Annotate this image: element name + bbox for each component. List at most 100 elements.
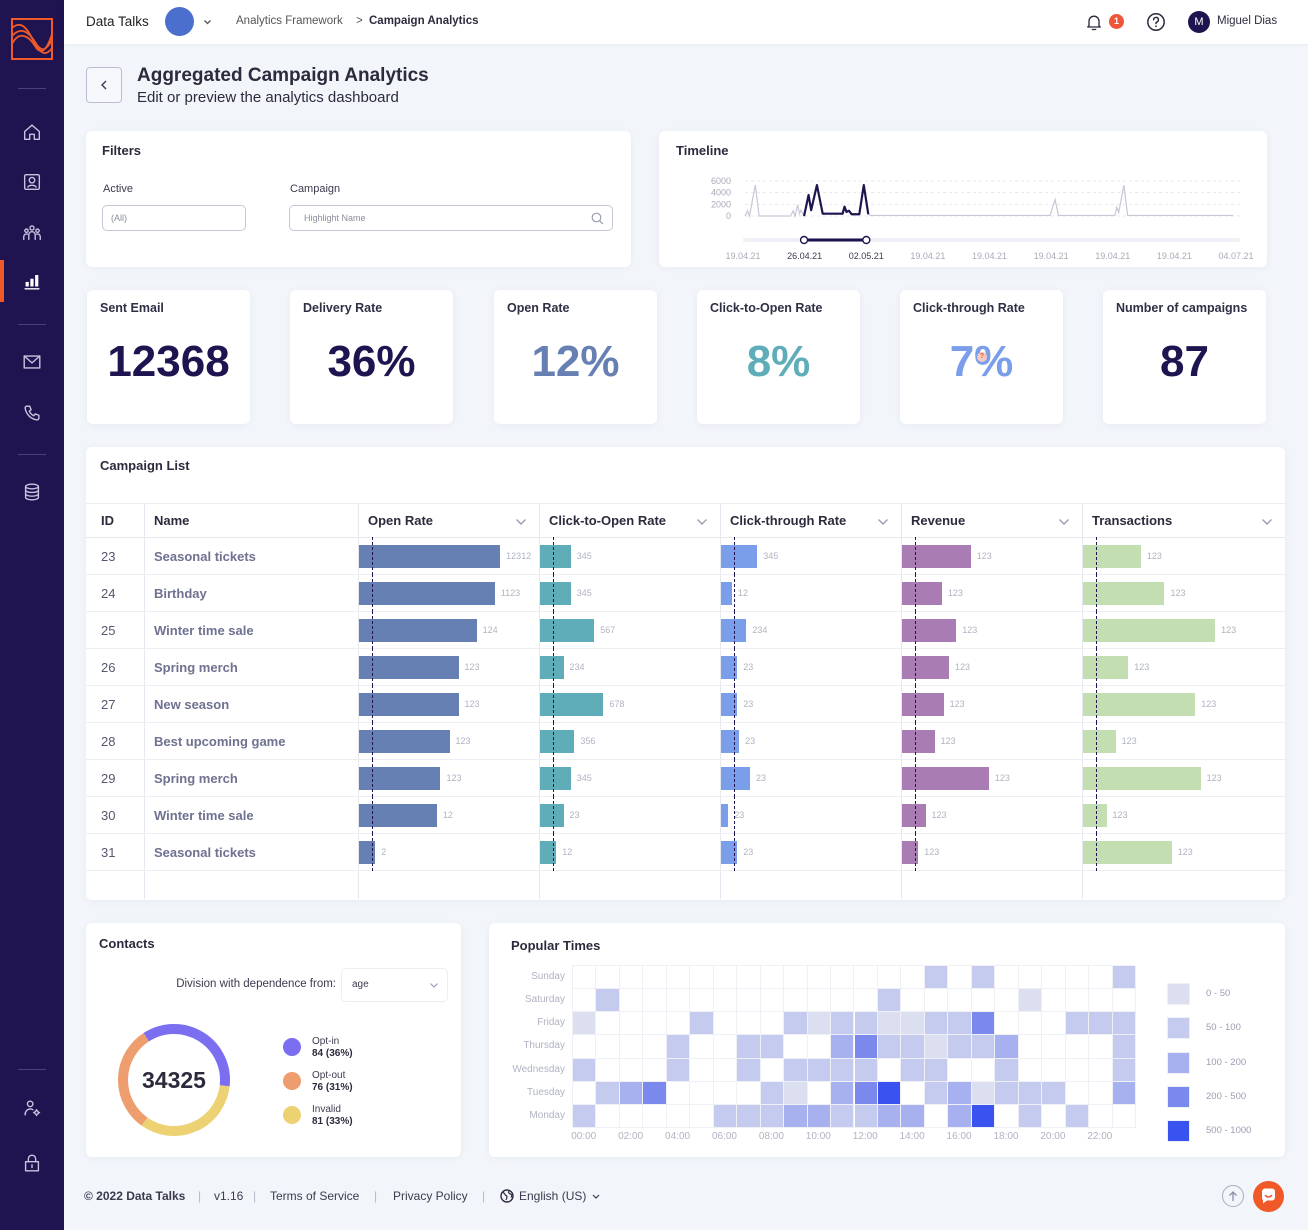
campaign-name[interactable]: Birthday [145, 586, 207, 601]
heatmap-cell[interactable] [690, 966, 714, 990]
table-row[interactable]: 31 Seasonal tickets 2 12 23 123 123 [86, 833, 1285, 871]
user-name[interactable]: Miguel Dias [1217, 15, 1277, 27]
heatmap-cell[interactable] [690, 1035, 714, 1059]
heatmap-cell[interactable] [924, 1081, 949, 1105]
heatmap-cell[interactable] [807, 989, 832, 1013]
heatmap-cell[interactable] [807, 1035, 832, 1059]
heatmap-cell[interactable] [877, 1104, 902, 1128]
heatmap-cell[interactable] [971, 1081, 996, 1105]
heatmap-cell[interactable] [1065, 1035, 1090, 1059]
sidebar-item-phone[interactable] [0, 392, 64, 434]
heatmap-cell[interactable] [713, 966, 738, 990]
heatmap-cell[interactable] [1042, 1058, 1066, 1082]
heatmap-cell[interactable] [713, 989, 738, 1013]
heatmap-cell[interactable] [831, 989, 855, 1013]
heatmap-cell[interactable] [1018, 1081, 1043, 1105]
heatmap-cell[interactable] [901, 1081, 925, 1105]
heatmap-cell[interactable] [760, 1104, 785, 1128]
help-icon[interactable] [1146, 12, 1166, 32]
data-talks-logo[interactable] [11, 18, 53, 60]
heatmap-cell[interactable] [619, 1104, 644, 1128]
back-button[interactable] [86, 67, 122, 103]
heatmap-cell[interactable] [596, 1035, 620, 1059]
heatmap-cell[interactable] [807, 1012, 832, 1036]
heatmap-cell[interactable] [971, 1012, 996, 1036]
heatmap-cell[interactable] [1018, 1012, 1043, 1036]
heatmap-cell[interactable] [573, 1035, 597, 1059]
heatmap-cell[interactable] [1112, 1104, 1136, 1128]
heatmap-cell[interactable] [854, 989, 878, 1013]
heatmap-cell[interactable] [948, 1035, 972, 1059]
heatmap-cell[interactable] [877, 989, 902, 1013]
heatmap-cell[interactable] [971, 1104, 996, 1128]
heatmap-cell[interactable] [737, 989, 761, 1013]
heatmap-cell[interactable] [1065, 1012, 1090, 1036]
heatmap-cell[interactable] [760, 1081, 785, 1105]
heatmap-cell[interactable] [877, 1081, 902, 1105]
heatmap-cell[interactable] [643, 966, 667, 990]
sidebar-item-audiences[interactable] [0, 212, 64, 254]
chat-button[interactable] [1253, 1181, 1284, 1212]
heatmap-cell[interactable] [760, 1035, 785, 1059]
heatmap-cell[interactable] [1042, 1035, 1066, 1059]
heatmap-cell[interactable] [901, 1035, 925, 1059]
heatmap-cell[interactable] [643, 1058, 667, 1082]
heatmap-cell[interactable] [619, 989, 644, 1013]
sidebar-item-security[interactable] [0, 1142, 64, 1184]
heatmap-cell[interactable] [619, 1012, 644, 1036]
table-row[interactable]: 28 Best upcoming game 123 356 23 123 123 [86, 722, 1285, 760]
heatmap-cell[interactable] [690, 1104, 714, 1128]
heatmap-cell[interactable] [901, 1058, 925, 1082]
column-header-ctr[interactable]: Click-through Rate [721, 504, 902, 537]
heatmap-cell[interactable] [1065, 1058, 1090, 1082]
heatmap-cell[interactable] [737, 1104, 761, 1128]
heatmap-cell[interactable] [666, 1012, 691, 1036]
sidebar-item-database[interactable] [0, 471, 64, 513]
language-select[interactable]: English (US) [500, 1187, 600, 1205]
heatmap-cell[interactable] [924, 989, 949, 1013]
chevron-down-icon[interactable] [696, 515, 708, 527]
heatmap-cell[interactable] [619, 1081, 644, 1105]
heatmap-cell[interactable] [877, 1058, 902, 1082]
table-row[interactable]: 29 Spring merch 123 345 23 123 123 [86, 759, 1285, 797]
heatmap-cell[interactable] [831, 1035, 855, 1059]
heatmap-cell[interactable] [995, 1058, 1019, 1082]
heatmap-cell[interactable] [690, 1081, 714, 1105]
sidebar-item-user-settings[interactable] [0, 1087, 64, 1129]
table-row[interactable]: 26 Spring merch 123 234 23 123 123 [86, 648, 1285, 686]
active-select[interactable]: (All) [102, 205, 246, 231]
heatmap-cell[interactable] [713, 1104, 738, 1128]
heatmap-cell[interactable] [1042, 966, 1066, 990]
heatmap-cell[interactable] [971, 989, 996, 1013]
heatmap-cell[interactable] [713, 1012, 738, 1036]
heatmap-cell[interactable] [1018, 966, 1043, 990]
heatmap-cell[interactable] [643, 1104, 667, 1128]
heatmap-cell[interactable] [596, 1081, 620, 1105]
heatmap-cell[interactable] [690, 1012, 714, 1036]
heatmap-cell[interactable] [831, 966, 855, 990]
heatmap-cell[interactable] [1112, 1058, 1136, 1082]
heatmap-cell[interactable] [1112, 966, 1136, 990]
heatmap-cell[interactable] [1042, 1012, 1066, 1036]
heatmap-cell[interactable] [1112, 1012, 1136, 1036]
heatmap-cell[interactable] [948, 989, 972, 1013]
heatmap-cell[interactable] [596, 1104, 620, 1128]
heatmap-cell[interactable] [784, 1081, 808, 1105]
heatmap-cell[interactable] [831, 1104, 855, 1128]
heatmap-cell[interactable] [854, 1035, 878, 1059]
heatmap-cell[interactable] [643, 1035, 667, 1059]
table-row[interactable]: 25 Winter time sale 124 567 234 123 123 [86, 611, 1285, 649]
table-row[interactable]: 23 Seasonal tickets 12312 345 345 123 123 [86, 537, 1285, 575]
heatmap-cell[interactable] [690, 1058, 714, 1082]
heatmap-cell[interactable] [807, 1104, 832, 1128]
heatmap-cell[interactable] [1018, 1104, 1043, 1128]
campaign-name[interactable]: Winter time sale [145, 623, 254, 638]
terms-of-service-link[interactable]: Terms of Service [270, 1189, 359, 1203]
heatmap-cell[interactable] [901, 966, 925, 990]
heatmap-cell[interactable] [573, 1104, 597, 1128]
workspace-avatar[interactable] [165, 7, 194, 36]
heatmap-cell[interactable] [784, 1058, 808, 1082]
heatmap-cell[interactable] [1042, 1104, 1066, 1128]
heatmap-cell[interactable] [995, 1104, 1019, 1128]
heatmap-cell[interactable] [995, 989, 1019, 1013]
